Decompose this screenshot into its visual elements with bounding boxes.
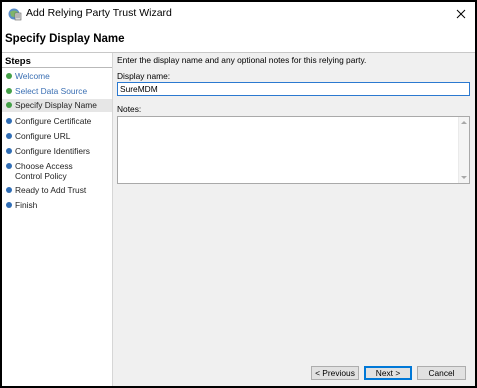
steps-divider <box>2 67 112 68</box>
notes-textarea[interactable] <box>117 116 470 184</box>
step-ready-to-add-trust[interactable]: Ready to Add Trust <box>2 185 112 195</box>
notes-scrollbar[interactable] <box>458 117 469 183</box>
step-configure-identifiers[interactable]: Configure Identifiers <box>2 146 112 156</box>
scroll-down-arrow-icon[interactable] <box>461 176 467 179</box>
instructions-text: Enter the display name and any optional … <box>117 55 367 65</box>
cancel-button[interactable]: Cancel <box>417 366 466 380</box>
step-label: Configure Identifiers <box>15 146 90 156</box>
display-name-label: Display name: <box>117 71 171 81</box>
page-title: Specify Display Name <box>5 33 125 45</box>
step-label: Select Data Source <box>15 86 88 96</box>
step-status-dot-icon <box>6 163 12 169</box>
step-label: Choose Access Control Policy <box>15 161 73 181</box>
scroll-up-arrow-icon[interactable] <box>461 121 467 124</box>
previous-button[interactable]: < Previous <box>311 366 359 380</box>
steps-heading: Steps <box>5 56 31 67</box>
step-status-dot-icon <box>6 118 12 124</box>
content-pane: Enter the display name and any optional … <box>113 53 475 386</box>
step-label: Welcome <box>15 71 50 81</box>
step-status-dot-icon <box>6 133 12 139</box>
step-label: Finish <box>15 200 38 210</box>
step-status-dot-icon <box>6 73 12 79</box>
step-status-dot-icon <box>6 148 12 154</box>
step-select-data-source[interactable]: Select Data Source <box>2 86 112 96</box>
step-configure-certificate[interactable]: Configure Certificate <box>2 116 112 126</box>
title-bar: Add Relying Party Trust Wizard <box>2 2 475 26</box>
page-header: Specify Display Name <box>2 26 475 53</box>
step-status-dot-icon <box>6 202 12 208</box>
step-finish[interactable]: Finish <box>2 200 112 210</box>
step-label: Ready to Add Trust <box>15 185 87 195</box>
step-configure-url[interactable]: Configure URL <box>2 131 112 141</box>
step-choose-access-control-policy[interactable]: Choose Access Control Policy <box>2 161 97 181</box>
display-name-input[interactable] <box>117 82 470 96</box>
step-label: Configure Certificate <box>15 116 92 126</box>
notes-label: Notes: <box>117 104 142 114</box>
close-icon <box>456 9 466 19</box>
window-title: Add Relying Party Trust Wizard <box>26 7 172 19</box>
step-status-dot-icon <box>6 88 12 94</box>
next-button[interactable]: Next > <box>364 366 412 380</box>
step-label: Specify Display Name <box>15 100 97 110</box>
step-specify-display-name[interactable]: Specify Display Name <box>2 99 112 112</box>
step-label: Configure URL <box>15 131 71 141</box>
relying-party-app-icon <box>8 8 22 21</box>
step-welcome[interactable]: Welcome <box>2 71 112 81</box>
close-button[interactable] <box>451 4 471 24</box>
steps-panel: Steps Welcome Select Data Source Specify… <box>2 53 113 386</box>
step-status-dot-icon <box>6 187 12 193</box>
wizard-window: Add Relying Party Trust Wizard Specify D… <box>2 2 475 386</box>
step-status-dot-icon <box>6 102 12 108</box>
